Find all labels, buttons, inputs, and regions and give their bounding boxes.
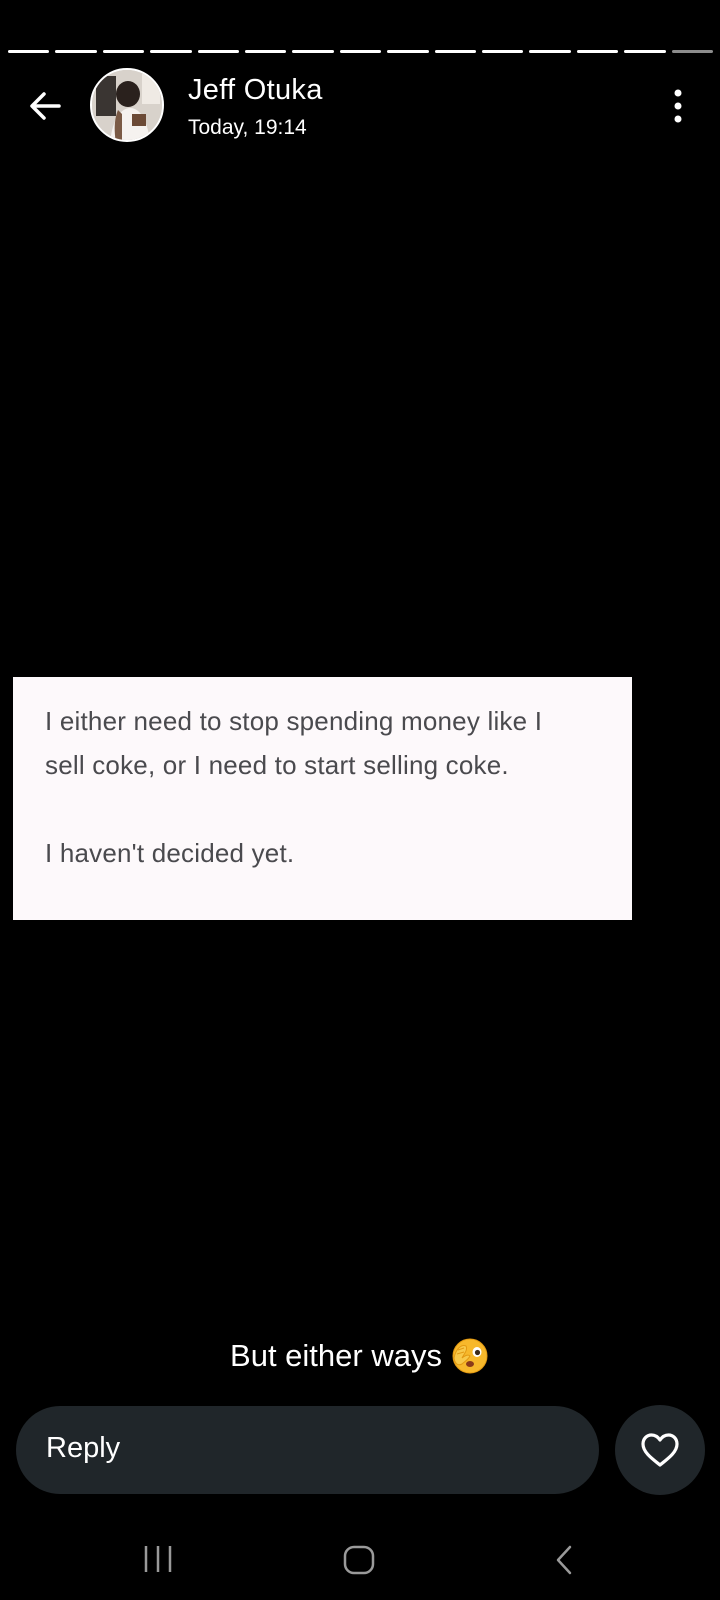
progress-segment	[8, 50, 50, 53]
more-vertical-icon	[674, 89, 682, 123]
story-progress-bar	[8, 50, 714, 53]
progress-segment	[245, 50, 287, 53]
reply-placeholder: Reply	[46, 1432, 121, 1464]
back-icon	[556, 1545, 572, 1575]
story-text-line: I haven't decided yet.	[45, 838, 295, 868]
story-image: I either need to stop spending money lik…	[13, 677, 632, 920]
progress-segment	[197, 50, 240, 53]
story-header: Jeff Otuka Today, 19:14	[0, 68, 720, 144]
progress-segment	[387, 50, 429, 53]
progress-segment	[292, 50, 334, 53]
reply-input[interactable]: Reply	[16, 1406, 599, 1494]
sender-name[interactable]: Jeff Otuka	[188, 74, 323, 107]
progress-segment	[150, 50, 192, 53]
progress-segment	[482, 50, 524, 53]
back-button[interactable]	[24, 85, 66, 127]
story-text-line: I either need to stop spending money lik…	[45, 706, 543, 736]
home-button[interactable]	[342, 1544, 376, 1581]
progress-segment	[339, 50, 382, 53]
progress-segment	[434, 50, 477, 53]
caption-text: But either ways	[230, 1338, 442, 1373]
recent-apps-icon	[144, 1546, 172, 1572]
story-text-line: sell coke, or I need to start selling co…	[45, 750, 509, 780]
more-options-button[interactable]	[666, 86, 690, 126]
avatar[interactable]	[90, 68, 164, 142]
like-button[interactable]	[615, 1405, 705, 1495]
progress-segment	[529, 50, 571, 53]
progress-segment	[102, 50, 145, 53]
system-navigation-bar	[0, 1530, 720, 1590]
story-timestamp: Today, 19:14	[188, 116, 307, 139]
recent-apps-button[interactable]	[140, 1544, 176, 1579]
story-caption: But either ways	[0, 1336, 720, 1376]
avatar-photo	[92, 70, 162, 140]
arrow-left-icon	[30, 92, 61, 120]
progress-segment	[55, 50, 97, 53]
heart-icon	[641, 1433, 679, 1467]
system-back-button[interactable]	[552, 1544, 576, 1581]
story-text-gap	[45, 787, 608, 831]
progress-segment-current	[671, 50, 714, 53]
progress-segment	[576, 50, 619, 53]
progress-segment	[624, 50, 666, 53]
home-icon	[343, 1545, 375, 1575]
face-with-peeking-eye-emoji-icon	[450, 1336, 490, 1376]
